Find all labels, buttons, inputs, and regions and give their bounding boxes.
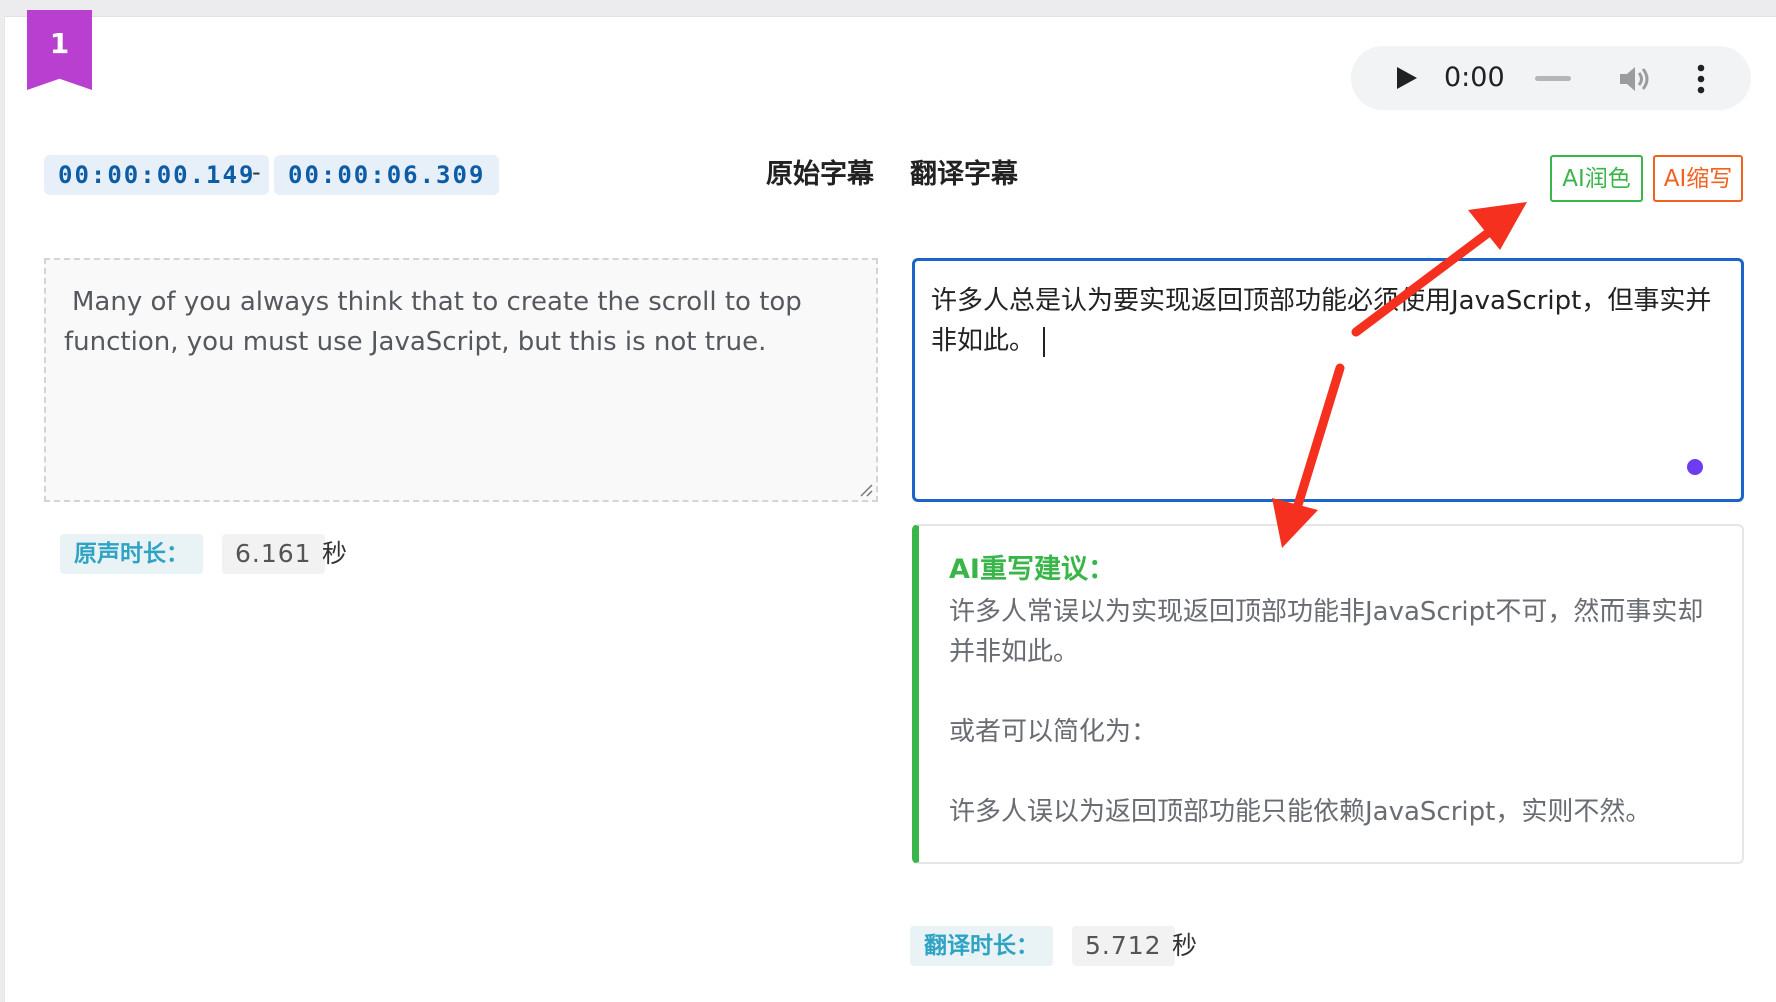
play-icon[interactable] [1393,65,1419,91]
translated-duration-unit: 秒 [1172,931,1198,960]
translated-subtitle-heading: 翻译字幕 [910,159,1018,190]
original-duration-unit: 秒 [322,539,348,568]
segment-number-badge: 1 [27,10,92,90]
resize-handle-icon[interactable] [859,483,873,497]
translated-duration-value: 5.712 [1072,926,1175,966]
original-subtitle-textarea[interactable]: Many of you always think that to create … [44,258,878,502]
original-subtitle-heading: 原始字幕 [766,159,874,190]
ai-suggestion-panel: AI重写建议： 许多人常误以为实现返回顶部功能非JavaScript不可，然而事… [912,524,1744,864]
status-dot [1687,459,1703,475]
audio-current-time: 0:00 [1444,62,1505,93]
volume-icon[interactable] [1618,64,1652,94]
timestamp-separator: - [252,158,261,186]
end-timestamp: 00:00:06.309 [274,155,500,195]
translated-subtitle-text: 许多人总是认为要实现返回顶部功能必须使用JavaScript，但事实并非如此。 [931,286,1712,356]
text-cursor [1043,326,1046,357]
translated-duration-label: 翻译时长： [910,926,1053,966]
translated-subtitle-textarea[interactable]: 许多人总是认为要实现返回顶部功能必须使用JavaScript，但事实并非如此。 [912,258,1744,502]
audio-player[interactable]: 0:00 [1351,46,1751,110]
more-vertical-icon[interactable] [1697,64,1705,94]
original-duration-value: 6.161 [222,534,325,574]
start-timestamp: 00:00:00.149 [44,155,270,195]
original-duration-label: 原声时长： [60,534,203,574]
ai-suggestion-title: AI重写建议： [949,554,1115,585]
ai-suggestion-body: 许多人常误以为实现返回顶部功能非JavaScript不可，然而事实却并非如此。 … [949,597,1704,827]
audio-progress-bar[interactable] [1535,76,1571,81]
original-subtitle-text: Many of you always think that to create … [64,287,802,357]
ai-shorten-button[interactable]: AI缩写 [1653,155,1743,202]
ai-polish-button[interactable]: AI润色 [1550,155,1643,202]
